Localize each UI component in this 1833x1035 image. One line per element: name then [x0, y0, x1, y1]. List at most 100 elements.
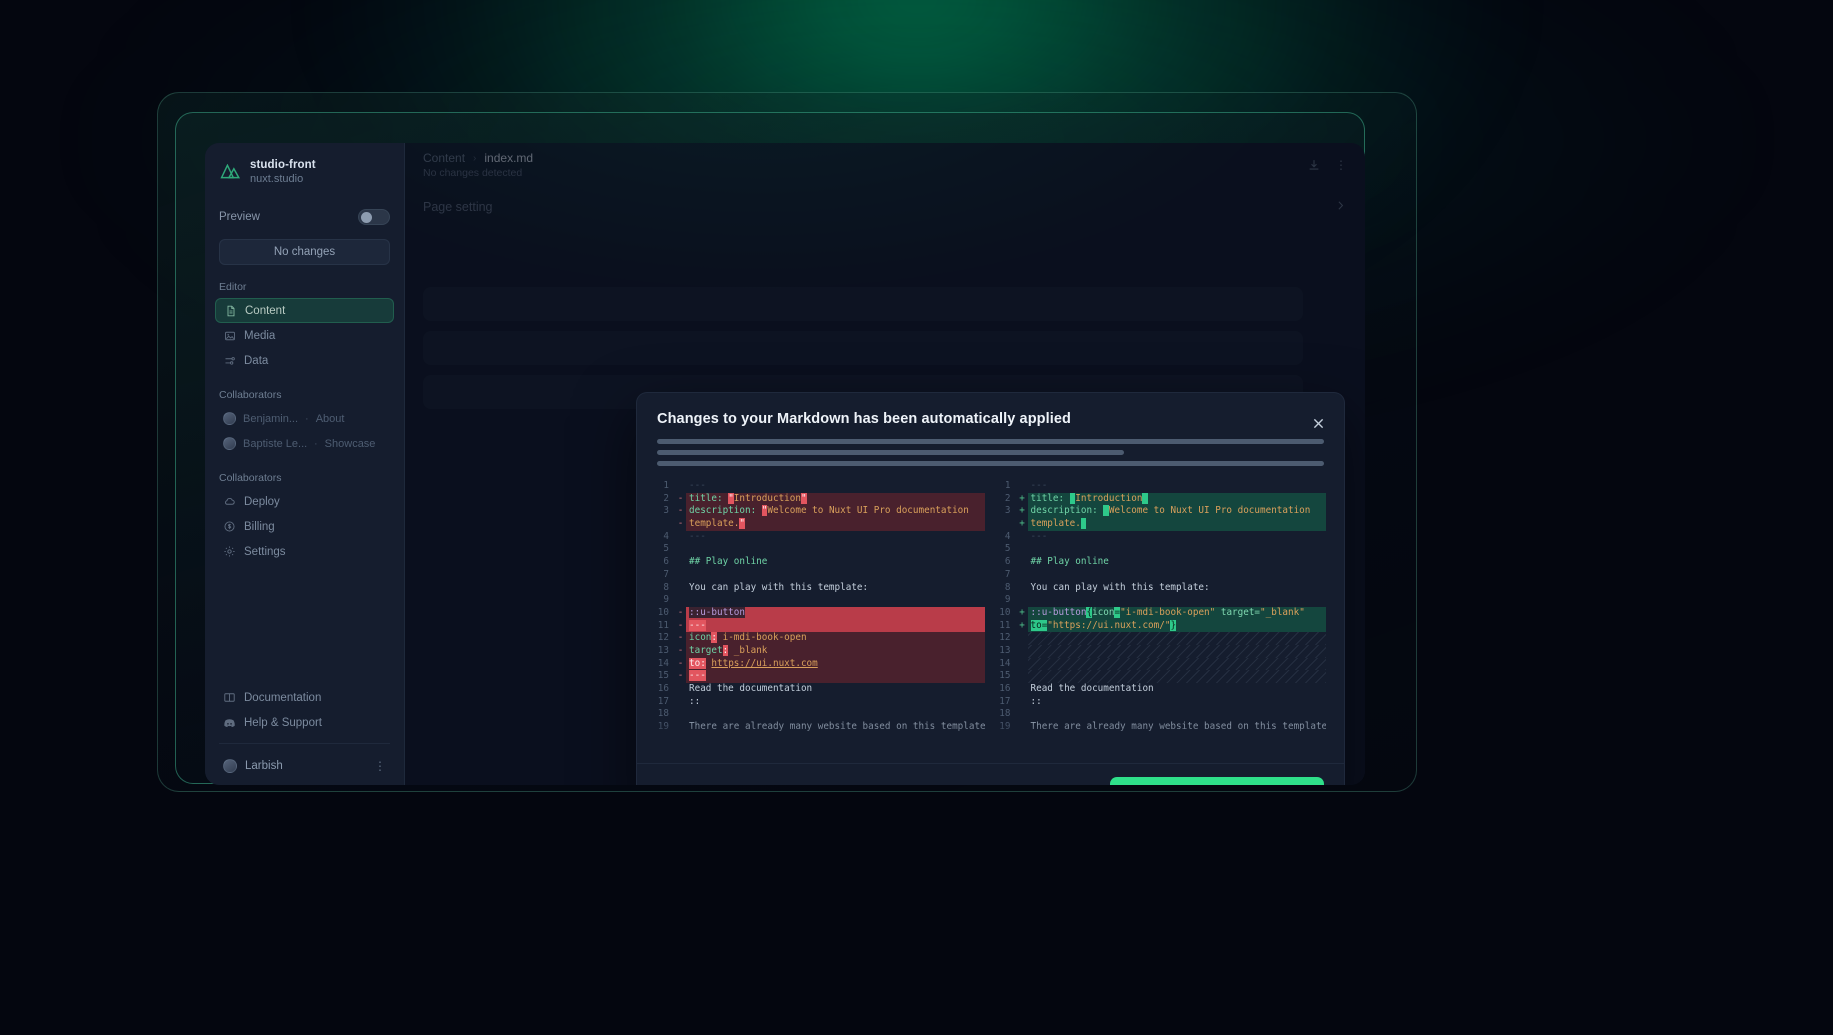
- modal-header: Changes to your Markdown has been automa…: [637, 393, 1344, 466]
- diff-code: [1028, 670, 1327, 683]
- diff-line: 19There are already many website based o…: [997, 721, 1327, 734]
- project-name: studio-front: [250, 159, 316, 171]
- diff-code: [1028, 632, 1327, 645]
- diff-code: [1028, 658, 1327, 671]
- preview-toggle[interactable]: [358, 209, 390, 225]
- user-name: Larbish: [245, 760, 283, 772]
- sidebar-item-label: Data: [244, 355, 268, 367]
- diff-code: ---: [1028, 531, 1327, 544]
- diff-line-number: 9: [655, 594, 675, 607]
- sidebar-item-media[interactable]: Media: [215, 323, 394, 348]
- diff-line: 11----: [655, 620, 985, 633]
- diff-line: 7: [655, 569, 985, 582]
- diff-line-number: 3: [655, 505, 675, 518]
- diff-line-number: 12: [997, 632, 1017, 645]
- image-icon: [223, 329, 236, 342]
- gear-icon: [223, 545, 236, 558]
- diff-code: [686, 708, 985, 721]
- collaborator-name: Benjamin...: [243, 413, 298, 425]
- sidebar-item-billing[interactable]: Billing: [215, 514, 394, 539]
- diff-code: ::: [686, 696, 985, 709]
- sidebar: studio-front nuxt.studio Preview No chan…: [205, 143, 405, 785]
- sliders-icon: [223, 354, 236, 367]
- sidebar-item-help-support[interactable]: Help & Support: [215, 710, 394, 735]
- diff-line: 17::: [655, 696, 985, 709]
- sidebar-item-label: Settings: [244, 546, 286, 558]
- continue-visual-editor-button[interactable]: Continue with the visual editor: [1110, 777, 1324, 786]
- collaborator-page: About: [316, 413, 345, 425]
- sidebar-item-label: Media: [244, 330, 275, 342]
- collaborators-section-label: Collaborators: [219, 389, 390, 401]
- collaborator-row[interactable]: Baptiste Le... · Showcase: [215, 431, 394, 456]
- diff-line-number: 8: [997, 582, 1017, 595]
- discord-icon: [223, 716, 236, 729]
- diff-sign: -: [675, 632, 686, 645]
- close-icon[interactable]: [1308, 413, 1328, 433]
- diff-line-number: 7: [997, 569, 1017, 582]
- diff-line-number: 5: [655, 543, 675, 556]
- avatar: [223, 759, 237, 773]
- diff-code: ---: [1028, 480, 1327, 493]
- diff-code: target: _blank: [686, 645, 985, 658]
- diff-code: ## Play online: [686, 556, 985, 569]
- diff-code: template.: [1028, 518, 1327, 531]
- diff-sign: -: [675, 658, 686, 671]
- sidebar-item-label: Deploy: [244, 496, 280, 508]
- diff-code: [686, 594, 985, 607]
- skeleton-bar: [657, 461, 1324, 466]
- sidebar-project-header[interactable]: studio-front nuxt.studio: [205, 143, 404, 185]
- diff-line-number: 9: [997, 594, 1017, 607]
- diff-code: title: "Introduction": [686, 493, 985, 506]
- diff-line-number: 2: [655, 493, 675, 506]
- sidebar-item-documentation[interactable]: Documentation: [215, 685, 394, 710]
- diff-line: 6## Play online: [997, 556, 1327, 569]
- sidebar-divider: [219, 743, 390, 744]
- cloud-icon: [223, 495, 236, 508]
- account-section-label: Collaborators: [219, 472, 390, 484]
- preview-label: Preview: [219, 211, 260, 223]
- dots-vertical-icon[interactable]: ⋮: [374, 759, 386, 773]
- diff-line-number: 18: [655, 708, 675, 721]
- diff-pane-before[interactable]: 1---2-title: "Introduction"3-description…: [655, 480, 985, 763]
- collaborator-page: Showcase: [325, 438, 376, 450]
- diff-line-number: 14: [997, 658, 1017, 671]
- diff-viewer: 1---2-title: "Introduction"3-description…: [655, 480, 1326, 763]
- diff-line-number: 11: [997, 620, 1017, 633]
- diff-line-number: 8: [655, 582, 675, 595]
- diff-code: ---: [686, 531, 985, 544]
- diff-line: 6## Play online: [655, 556, 985, 569]
- collaborator-row[interactable]: Benjamin... · About: [215, 406, 394, 431]
- diff-line-number: 1: [655, 480, 675, 493]
- diff-line: 13: [997, 645, 1327, 658]
- sidebar-item-content[interactable]: Content: [215, 298, 394, 323]
- diff-line-number: 1: [997, 480, 1017, 493]
- sidebar-spacer: [205, 564, 404, 685]
- sidebar-footer: Documentation Help & Support Larbish ⋮: [205, 685, 404, 785]
- diff-sign: -: [675, 645, 686, 658]
- sidebar-item-settings[interactable]: Settings: [215, 539, 394, 564]
- diff-line-number: 13: [997, 645, 1017, 658]
- diff-code: [686, 543, 985, 556]
- diff-code: You can play with this template:: [686, 582, 985, 595]
- document-icon: [224, 304, 237, 317]
- diff-sign: -: [675, 493, 686, 506]
- modal-title: Changes to your Markdown has been automa…: [657, 411, 1324, 427]
- skeleton-placeholder: [657, 439, 1324, 466]
- diff-line-number: 4: [655, 531, 675, 544]
- sidebar-item-data[interactable]: Data: [215, 348, 394, 373]
- diff-line: 3-description: "Welcome to Nuxt UI Pro d…: [655, 505, 985, 518]
- rollback-markdown-button[interactable]: Roll back and use Markdown editor: [889, 778, 1096, 786]
- diff-sign: -: [675, 607, 686, 620]
- dollar-circle-icon: [223, 520, 236, 533]
- diff-line: 4---: [997, 531, 1327, 544]
- user-menu[interactable]: Larbish ⋮: [215, 752, 394, 779]
- diff-code: ---: [686, 480, 985, 493]
- diff-line: 12: [997, 632, 1327, 645]
- diff-pane-after[interactable]: 1---2+title: Introduction 3+description:…: [997, 480, 1327, 763]
- sidebar-item-deploy[interactable]: Deploy: [215, 489, 394, 514]
- diff-line: 9: [655, 594, 985, 607]
- no-changes-button[interactable]: No changes: [219, 239, 390, 265]
- diff-line-number: 12: [655, 632, 675, 645]
- diff-code: [1028, 594, 1327, 607]
- avatar: [223, 412, 236, 425]
